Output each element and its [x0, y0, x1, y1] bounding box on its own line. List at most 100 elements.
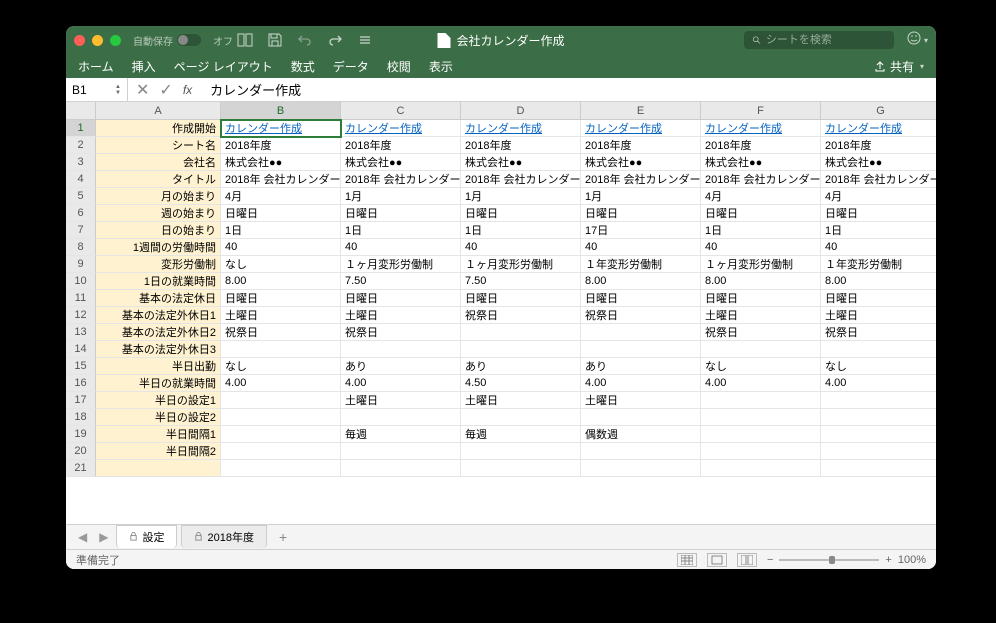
cell[interactable]	[461, 324, 581, 341]
cell[interactable]: 4.00	[221, 375, 341, 392]
cell[interactable]: 2018年 会社カレンダー	[581, 171, 701, 188]
cell[interactable]: 土曜日	[701, 307, 821, 324]
cell[interactable]: 40	[461, 239, 581, 256]
cell[interactable]: 半日の設定2	[96, 409, 221, 426]
cell[interactable]: １ヶ月変形労働制	[701, 256, 821, 273]
cell[interactable]	[341, 460, 461, 477]
undo-icon[interactable]	[297, 32, 313, 48]
cell[interactable]	[581, 324, 701, 341]
row-header[interactable]: 1	[66, 120, 96, 137]
cell[interactable]: 半日の設定1	[96, 392, 221, 409]
cell[interactable]: 2018年度	[821, 137, 936, 154]
cell[interactable]: 1日の就業時間	[96, 273, 221, 290]
row-header[interactable]: 8	[66, 239, 96, 256]
cell[interactable]	[581, 341, 701, 358]
row-header[interactable]: 16	[66, 375, 96, 392]
cell[interactable]: 株式会社●●	[221, 154, 341, 171]
autosave-toggle[interactable]	[177, 34, 201, 46]
cell[interactable]	[461, 341, 581, 358]
sheet-tab-active[interactable]: 設定	[116, 525, 177, 548]
cell[interactable]: 2018年 会社カレンダー	[221, 171, 341, 188]
row-header[interactable]: 11	[66, 290, 96, 307]
cell[interactable]: 40	[821, 239, 936, 256]
cell[interactable]	[341, 443, 461, 460]
cell[interactable]: 祝祭日	[341, 324, 461, 341]
cell[interactable]: 半日間隔1	[96, 426, 221, 443]
zoom-slider[interactable]	[779, 559, 879, 561]
cell[interactable]: 祝祭日	[581, 307, 701, 324]
row-header[interactable]: 12	[66, 307, 96, 324]
share-button[interactable]: 共有 ▾	[874, 58, 924, 75]
cell[interactable]	[461, 460, 581, 477]
cell[interactable]: カレンダー作成	[461, 120, 581, 137]
cell[interactable]: 会社名	[96, 154, 221, 171]
cell[interactable]: 株式会社●●	[821, 154, 936, 171]
cell[interactable]: 毎週	[461, 426, 581, 443]
cell[interactable]: １年変形労働制	[581, 256, 701, 273]
cell[interactable]: 毎週	[341, 426, 461, 443]
cell[interactable]: 変形労働制	[96, 256, 221, 273]
redo-icon[interactable]	[327, 32, 343, 48]
row-header[interactable]: 3	[66, 154, 96, 171]
cell[interactable]	[461, 443, 581, 460]
column-header[interactable]: D	[461, 102, 581, 120]
cell[interactable]: なし	[221, 256, 341, 273]
zoom-out-button[interactable]: −	[767, 554, 773, 566]
cell[interactable]: 土曜日	[581, 392, 701, 409]
row-header[interactable]: 20	[66, 443, 96, 460]
cell[interactable]	[701, 426, 821, 443]
row-header[interactable]: 7	[66, 222, 96, 239]
cell[interactable]: 1日	[461, 222, 581, 239]
tab-review[interactable]: 校閲	[387, 58, 411, 75]
view-normal-button[interactable]	[677, 553, 697, 567]
cell[interactable]: 週の始まり	[96, 205, 221, 222]
cell[interactable]: 7.50	[461, 273, 581, 290]
cell[interactable]: 半日の就業時間	[96, 375, 221, 392]
cell[interactable]: 日曜日	[581, 290, 701, 307]
cell[interactable]: 1月	[581, 188, 701, 205]
row-header[interactable]: 5	[66, 188, 96, 205]
cell[interactable]: 土曜日	[341, 307, 461, 324]
cell[interactable]: 祝祭日	[701, 324, 821, 341]
cell[interactable]: 日曜日	[221, 290, 341, 307]
cell[interactable]	[221, 409, 341, 426]
cell[interactable]	[581, 460, 701, 477]
tab-formulas[interactable]: 数式	[291, 58, 315, 75]
select-all-corner[interactable]	[66, 102, 96, 120]
cell[interactable]: 40	[581, 239, 701, 256]
cell[interactable]	[821, 460, 936, 477]
cell[interactable]	[821, 341, 936, 358]
cell[interactable]: 40	[701, 239, 821, 256]
cell[interactable]: 基本の法定外休日3	[96, 341, 221, 358]
cell[interactable]	[581, 409, 701, 426]
cell[interactable]	[341, 341, 461, 358]
formula-input[interactable]: カレンダー作成	[200, 80, 311, 99]
more-icon[interactable]	[357, 32, 373, 48]
cell[interactable]: 4.00	[581, 375, 701, 392]
tab-home[interactable]: ホーム	[78, 58, 114, 75]
cell[interactable]: 日曜日	[821, 205, 936, 222]
search-box[interactable]	[744, 31, 894, 49]
cell[interactable]	[701, 392, 821, 409]
cancel-icon[interactable]: ✕	[136, 80, 149, 100]
cell[interactable]: １年変形労働制	[821, 256, 936, 273]
cell[interactable]: あり	[581, 358, 701, 375]
cell[interactable]: カレンダー作成	[701, 120, 821, 137]
column-header[interactable]: F	[701, 102, 821, 120]
cell[interactable]: あり	[461, 358, 581, 375]
row-header[interactable]: 2	[66, 137, 96, 154]
spreadsheet-grid[interactable]: ABCDEFG1作成開始カレンダー作成カレンダー作成カレンダー作成カレンダー作成…	[66, 102, 936, 524]
row-header[interactable]: 10	[66, 273, 96, 290]
cell[interactable]: 祝祭日	[221, 324, 341, 341]
row-header[interactable]: 14	[66, 341, 96, 358]
sheet-nav-prev[interactable]: ◀	[74, 530, 91, 544]
cell[interactable]: あり	[341, 358, 461, 375]
cell[interactable]: タイトル	[96, 171, 221, 188]
cell[interactable]: 40	[221, 239, 341, 256]
sheet-nav-next[interactable]: ▶	[95, 530, 112, 544]
cell[interactable]: 株式会社●●	[341, 154, 461, 171]
row-header[interactable]: 21	[66, 460, 96, 477]
cell[interactable]: 8.00	[821, 273, 936, 290]
cell[interactable]: 17日	[581, 222, 701, 239]
cell[interactable]: 7.50	[341, 273, 461, 290]
